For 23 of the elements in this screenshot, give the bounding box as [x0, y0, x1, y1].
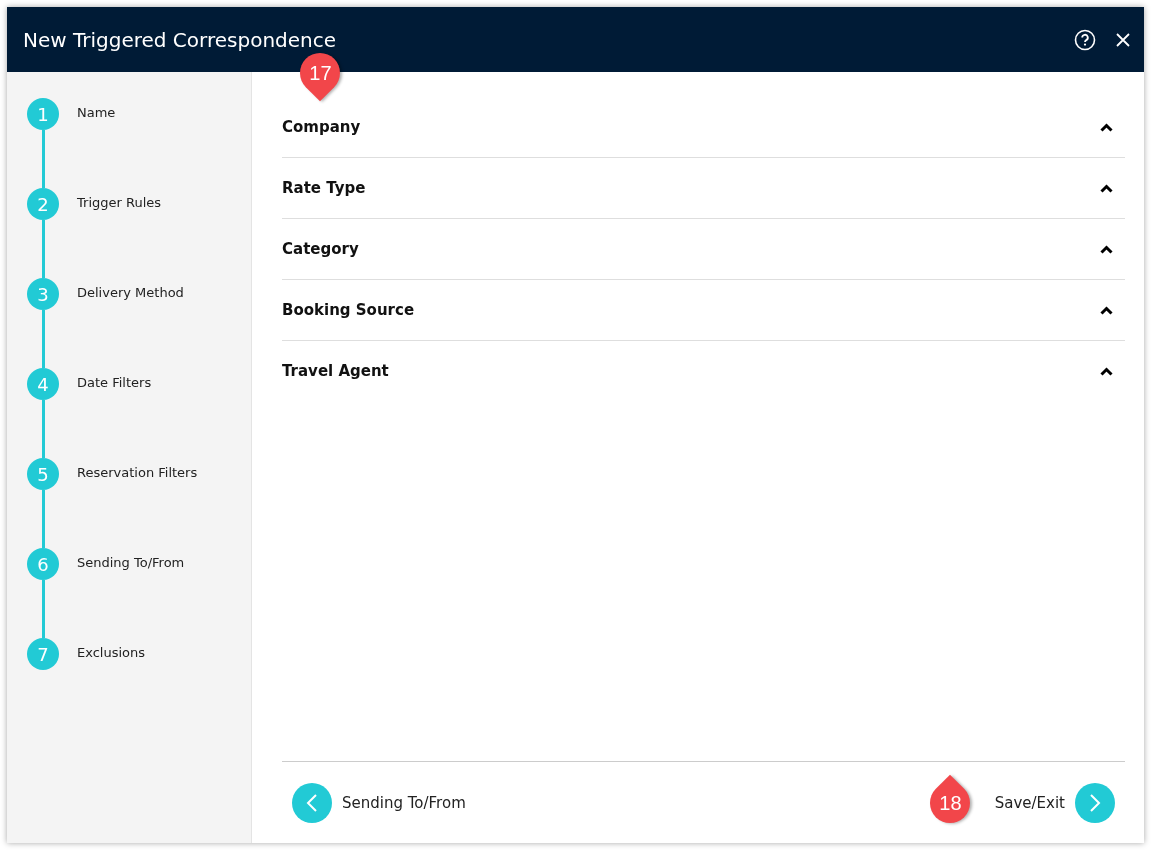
save-exit-label[interactable]: Save/Exit: [994, 793, 1065, 812]
section-title[interactable]: Category: [282, 240, 359, 258]
step-label[interactable]: Name: [77, 105, 116, 123]
section-title[interactable]: Company: [282, 118, 361, 136]
help-icon[interactable]: [1074, 28, 1096, 51]
back-label[interactable]: Sending To/From: [342, 793, 466, 812]
chevron-right-icon: [1089, 792, 1101, 813]
chevron-up-icon[interactable]: [1100, 366, 1113, 376]
step-label[interactable]: Delivery Method: [77, 285, 184, 303]
close-icon[interactable]: [1116, 32, 1130, 47]
chevron-up-icon[interactable]: [1100, 305, 1113, 315]
section-title[interactable]: Booking Source: [282, 301, 415, 319]
chevron-up-icon[interactable]: [1100, 183, 1113, 193]
chevron-left-icon: [306, 792, 318, 813]
chevron-up-icon[interactable]: [1100, 122, 1113, 132]
section-title[interactable]: Travel Agent: [282, 362, 389, 380]
chevron-up-icon[interactable]: [1100, 244, 1113, 254]
section-title[interactable]: Rate Type: [282, 179, 366, 197]
step-label[interactable]: Sending To/From: [77, 555, 185, 573]
step-label[interactable]: Exclusions: [77, 645, 146, 663]
step-label[interactable]: Date Filters: [77, 375, 152, 393]
step-label[interactable]: Reservation Filters: [77, 465, 198, 483]
step-label[interactable]: Trigger Rules: [77, 195, 162, 213]
